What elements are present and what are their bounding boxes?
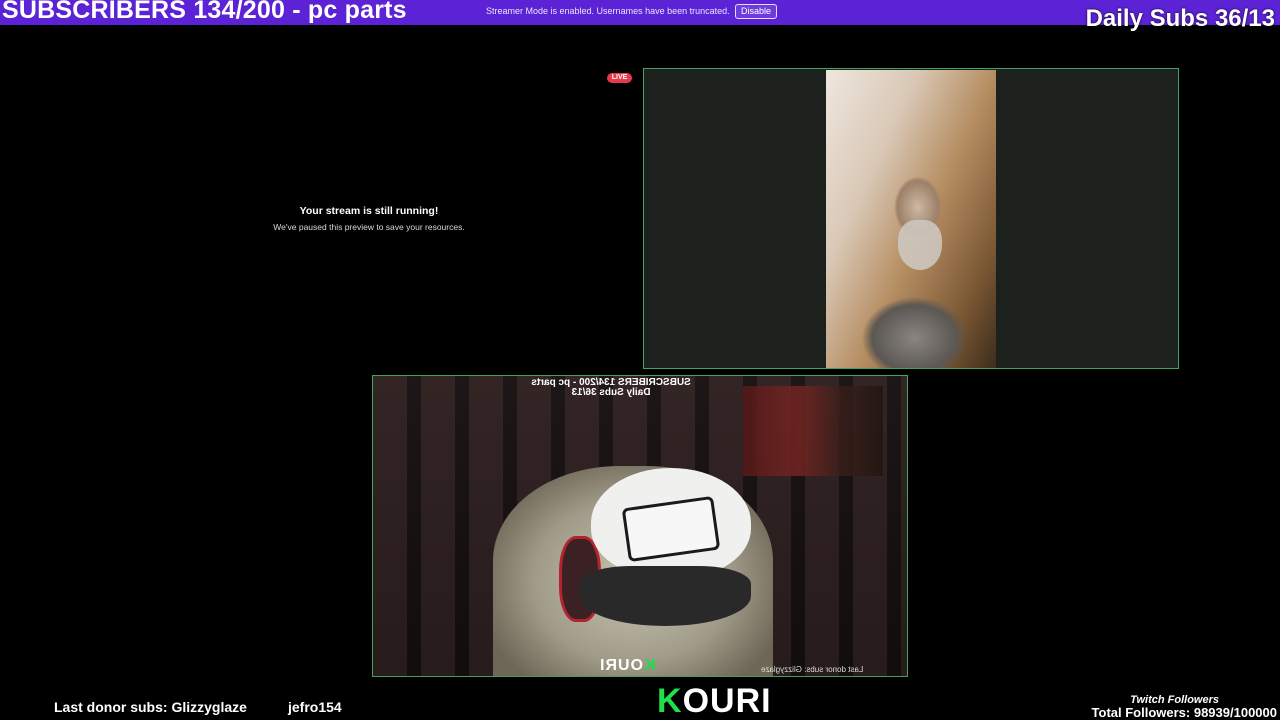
total-followers-counter: Total Followers: 98939/100000 — [1091, 705, 1277, 720]
participant-video-tile[interactable] — [643, 68, 1179, 369]
preview-paused-title: Your stream is still running! — [299, 205, 439, 217]
wall-posters — [743, 386, 883, 476]
brand-logo: KOURI — [657, 683, 772, 719]
mirrored-brand-k: K — [643, 657, 656, 674]
daily-subs-counter: Daily Subs 36/13 — [1085, 5, 1275, 32]
preview-paused-subtitle: We've paused this preview to save your r… — [273, 222, 465, 232]
mirrored-daily-subs: Daily Subs 36/13 — [571, 387, 651, 398]
live-badge: LIVE — [607, 73, 632, 83]
cap-brim — [579, 566, 751, 626]
last-donor-subs: Last donor subs: Glizzyglaze — [54, 699, 247, 715]
participant-camera-feed — [826, 70, 996, 368]
mirrored-last-donor: Last donor subs: Glizzyglaze — [761, 665, 864, 674]
disable-streamer-mode-button[interactable]: Disable — [735, 4, 778, 19]
last-follower-name: jefro154 — [288, 699, 342, 715]
brand-logo-rest: OURI — [682, 682, 772, 720]
streamer-video-tile[interactable]: SUBSCRIBERS 134/200 - pc parts Daily Sub… — [372, 375, 908, 677]
mirrored-brand-logo: KOURI — [599, 657, 656, 675]
mirrored-overlay-text: SUBSCRIBERS 134/200 - pc parts Daily Sub… — [511, 377, 711, 398]
brand-logo-k: K — [657, 682, 683, 720]
mirrored-brand-rest: OURI — [599, 657, 643, 674]
subscriber-goal-title: SUBSCRIBERS 134/200 - pc parts — [2, 0, 407, 24]
participant-beard — [898, 220, 942, 270]
streamer-mode-notice: Streamer Mode is enabled. Usernames have… — [486, 6, 730, 16]
